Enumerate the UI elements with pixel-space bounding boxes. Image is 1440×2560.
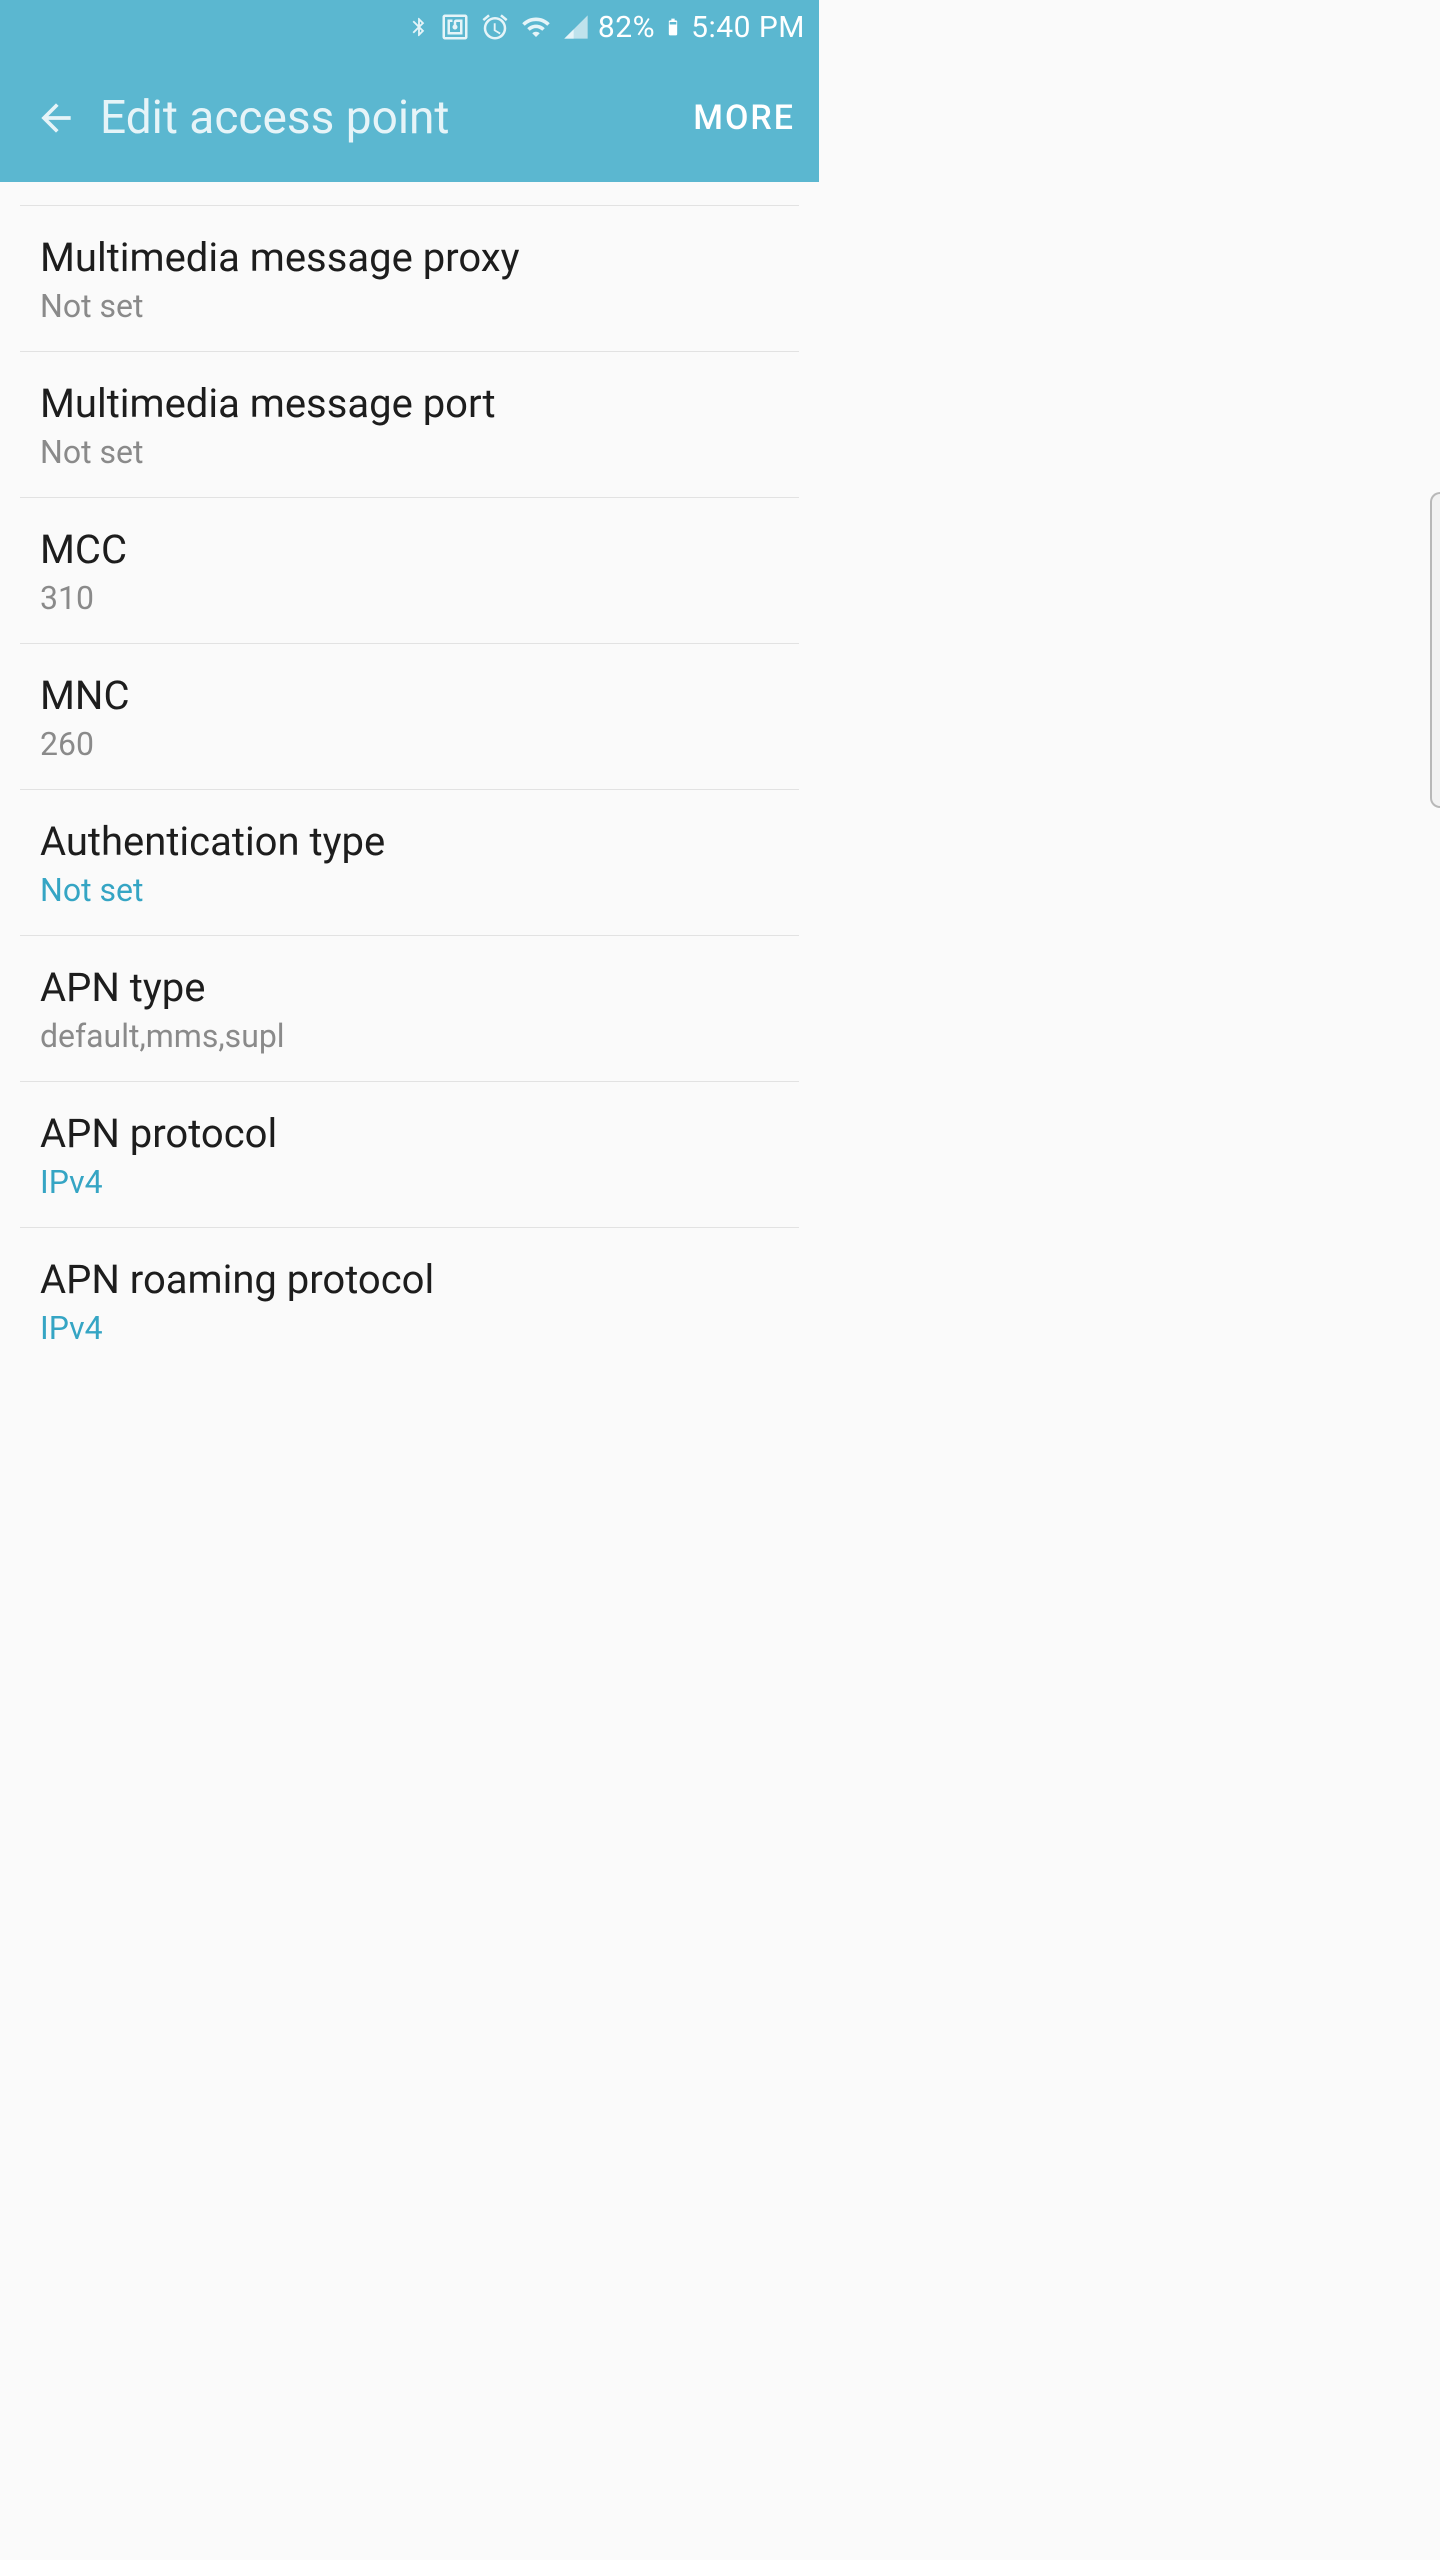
row-value: Not set bbox=[40, 433, 779, 471]
battery-icon bbox=[663, 11, 683, 43]
row-title: APN protocol bbox=[40, 1110, 779, 1157]
row-value: Not set bbox=[40, 871, 779, 909]
row-auth-type[interactable]: Authentication type Not set bbox=[20, 790, 799, 936]
row-apn-roaming-protocol[interactable]: APN roaming protocol IPv4 bbox=[20, 1228, 799, 1373]
row-title: MCC bbox=[40, 526, 779, 573]
alarm-icon bbox=[480, 12, 510, 42]
app-bar: Edit access point MORE bbox=[0, 54, 819, 182]
row-mcc[interactable]: MCC 310 bbox=[20, 498, 799, 644]
row-apn-type[interactable]: APN type default,mms,supl bbox=[20, 936, 799, 1082]
row-title: Multimedia message proxy bbox=[40, 234, 779, 281]
row-title: Multimedia message port bbox=[40, 380, 779, 427]
back-button[interactable] bbox=[28, 90, 84, 146]
row-value: 310 bbox=[40, 579, 779, 617]
row-mnc[interactable]: MNC 260 bbox=[20, 644, 799, 790]
status-bar: 82% 5:40 PM bbox=[0, 0, 819, 54]
row-title: MNC bbox=[40, 672, 779, 719]
scroll-indicator[interactable] bbox=[1430, 492, 1440, 808]
bluetooth-icon bbox=[408, 12, 430, 42]
arrow-left-icon bbox=[34, 96, 78, 140]
row-apn-protocol[interactable]: APN protocol IPv4 bbox=[20, 1082, 799, 1228]
row-title: APN type bbox=[40, 964, 779, 1011]
row-value: IPv4 bbox=[40, 1163, 779, 1201]
settings-list: Multimedia message proxy Not set Multime… bbox=[0, 182, 819, 1373]
more-button[interactable]: MORE bbox=[689, 90, 799, 146]
row-title: Authentication type bbox=[40, 818, 779, 865]
row-value: 260 bbox=[40, 725, 779, 763]
signal-icon bbox=[562, 12, 590, 42]
row-value: Not set bbox=[40, 287, 779, 325]
nfc-icon bbox=[440, 12, 470, 42]
row-value: IPv4 bbox=[40, 1309, 779, 1347]
clock: 5:40 PM bbox=[691, 10, 805, 45]
row-mms-proxy[interactable]: Multimedia message proxy Not set bbox=[20, 206, 799, 352]
wifi-icon bbox=[520, 12, 552, 42]
row-value: default,mms,supl bbox=[40, 1017, 779, 1055]
page-title: Edit access point bbox=[100, 91, 689, 145]
battery-percent: 82% bbox=[598, 10, 655, 45]
row-mms-port[interactable]: Multimedia message port Not set bbox=[20, 352, 799, 498]
list-top-divider bbox=[20, 182, 799, 206]
status-icons bbox=[408, 12, 590, 42]
row-title: APN roaming protocol bbox=[40, 1256, 779, 1303]
